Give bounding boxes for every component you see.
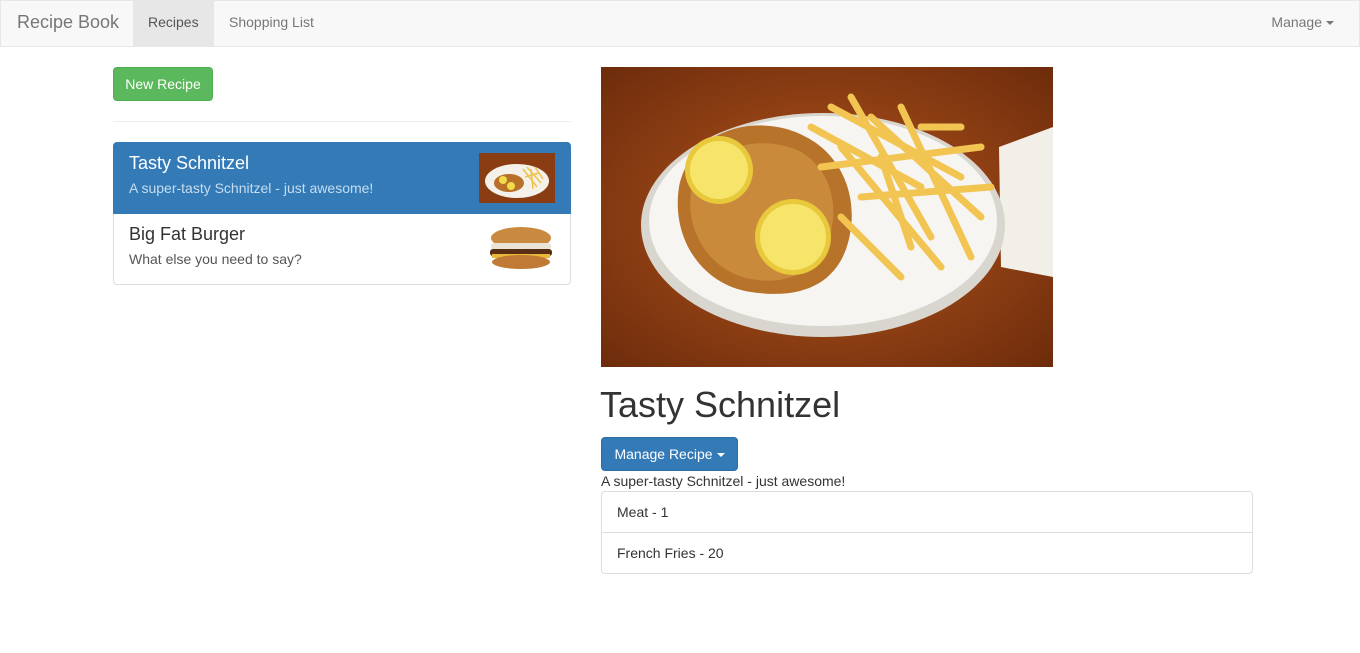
manage-recipe-label: Manage Recipe	[614, 446, 713, 462]
nav-recipes[interactable]: Recipes	[133, 1, 214, 46]
recipe-list-item[interactable]: Big Fat Burger What else you need to say…	[113, 213, 571, 285]
caret-down-icon	[716, 453, 725, 458]
brand-link[interactable]: Recipe Book	[17, 1, 119, 46]
recipe-name: Tasty Schnitzel	[129, 153, 250, 173]
ingredient-item: Meat - 1	[601, 491, 1253, 533]
manage-dropdown-label: Manage	[1271, 14, 1322, 30]
recipe-description-text: A super-tasty Schnitzel - just awesome!	[601, 473, 846, 489]
nav-shopping-list[interactable]: Shopping List	[214, 1, 329, 46]
burger-thumbnail-image	[479, 224, 555, 274]
recipe-description: What else you need to say?	[129, 251, 302, 267]
divider	[113, 121, 571, 122]
recipe-name: Big Fat Burger	[129, 224, 246, 244]
navbar: Recipe Book Recipes Shopping List Manage	[0, 0, 1360, 47]
recipe-title: Tasty Schnitzel	[600, 384, 841, 425]
ingredient-item: French Fries - 20	[601, 532, 1253, 574]
ingredient-list: Meat - 1 French Fries - 20	[601, 491, 1253, 574]
recipe-list-item[interactable]: Tasty Schnitzel A super-tasty Schnitzel …	[113, 142, 571, 214]
recipe-hero-image	[601, 67, 1053, 367]
manage-dropdown[interactable]: Manage	[1256, 1, 1349, 46]
caret-down-icon	[1326, 21, 1334, 26]
recipe-list: Tasty Schnitzel A super-tasty Schnitzel …	[113, 142, 571, 285]
manage-recipe-button[interactable]: Manage Recipe	[601, 437, 738, 471]
schnitzel-thumbnail-image	[479, 153, 555, 203]
new-recipe-button[interactable]: New Recipe	[113, 67, 213, 101]
recipe-description: A super-tasty Schnitzel - just awesome!	[129, 180, 374, 196]
